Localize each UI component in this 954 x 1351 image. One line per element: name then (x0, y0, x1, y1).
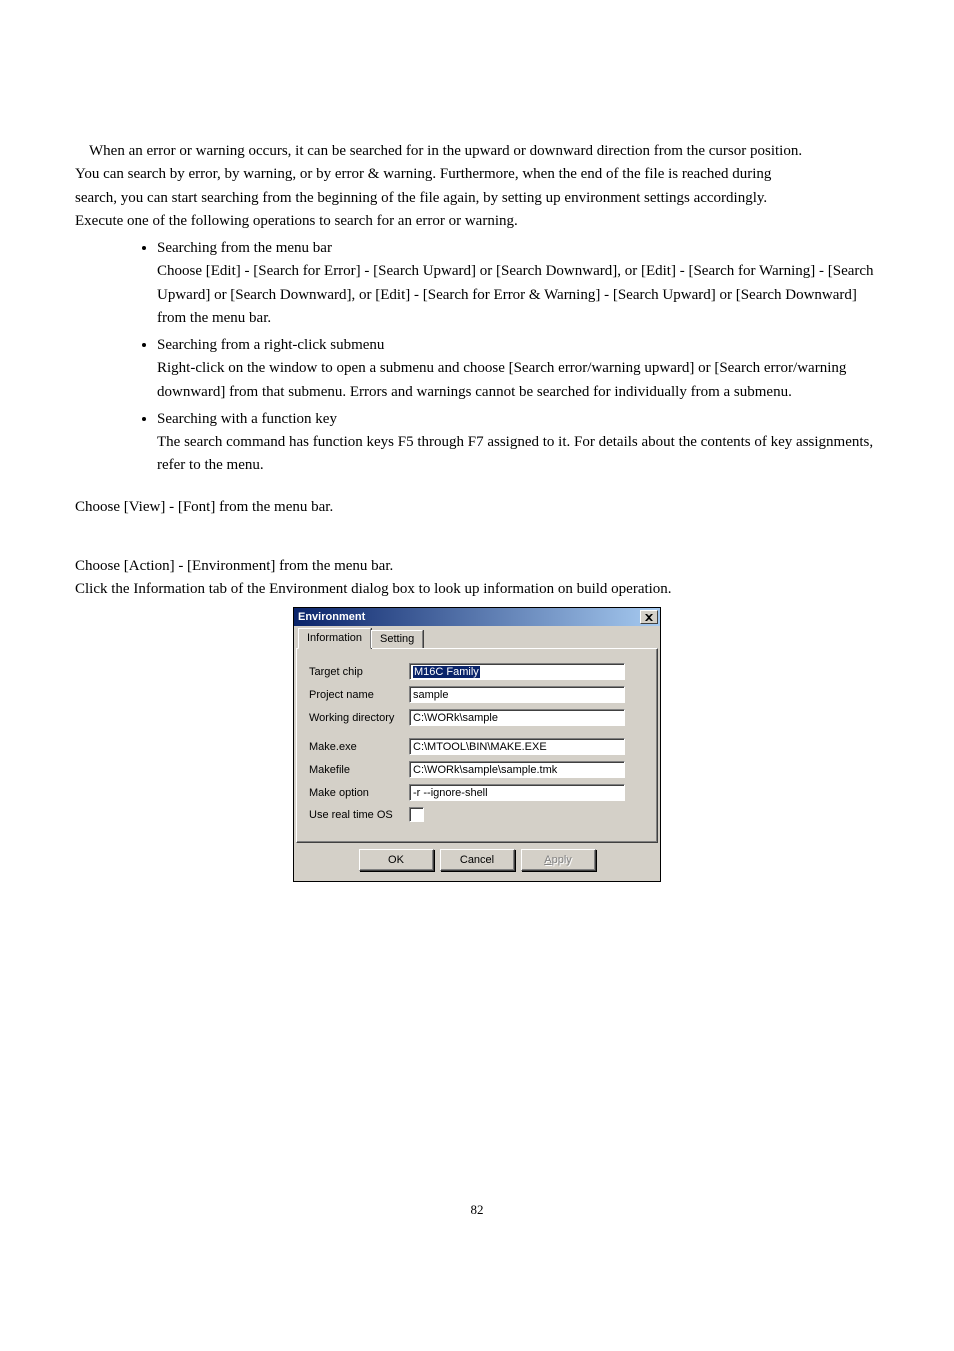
bullet2-body: Right-click on the window to open a subm… (157, 357, 879, 404)
label-use-rtos: Use real time OS (309, 809, 409, 821)
bullet-item-3: Searching with a function key The search… (157, 408, 879, 478)
field-project-name[interactable]: sample (409, 686, 625, 703)
field-make-option[interactable]: -r --ignore-shell (409, 784, 625, 801)
row-use-rtos: Use real time OS (309, 807, 645, 822)
close-icon[interactable] (640, 610, 658, 624)
intro-l2: You can search by error, by warning, or … (75, 163, 879, 186)
row-make-option: Make option -r --ignore-shell (309, 784, 645, 801)
dialog-title: Environment (294, 608, 638, 626)
tab-information[interactable]: Information (298, 628, 371, 649)
step-env-2: Click the Information tab of the Environ… (75, 578, 879, 601)
bullet3-body: The search command has function keys F5 … (157, 431, 879, 478)
intro-l3: search, you can start searching from the… (75, 187, 879, 210)
dialog-titlebar[interactable]: Environment (294, 608, 660, 626)
tab-setting[interactable]: Setting (371, 630, 423, 648)
environment-dialog: Environment Information Setting Target c… (293, 607, 661, 882)
panel-information: Target chip M16C Family Project name sam… (296, 648, 658, 843)
bullet3-title: Searching with a function key (157, 411, 337, 427)
tabs: Information Setting (296, 628, 658, 648)
intro-l1: When an error or warning occurs, it can … (89, 143, 802, 159)
field-target-chip-value: M16C Family (413, 666, 480, 678)
checkbox-use-rtos[interactable] (409, 807, 424, 822)
apply-button: Apply (521, 849, 596, 871)
field-target-chip[interactable]: M16C Family (409, 663, 625, 680)
label-project-name: Project name (309, 689, 409, 701)
intro-l4: Execute one of the following operations … (75, 210, 879, 233)
bullet2-title: Searching from a right-click submenu (157, 337, 384, 353)
row-make-exe: Make.exe C:\MTOOL\BIN\MAKE.EXE (309, 738, 645, 755)
label-make-option: Make option (309, 787, 409, 799)
bullet1-title: Searching from the menu bar (157, 240, 332, 256)
row-target-chip: Target chip M16C Family (309, 663, 645, 680)
label-make-exe: Make.exe (309, 741, 409, 753)
row-working-dir: Working directory C:\WORk\sample (309, 709, 645, 726)
bullet-item-1: Searching from the menu bar Choose [Edit… (157, 237, 879, 330)
bullet-list: Searching from the menu bar Choose [Edit… (75, 237, 879, 478)
step-font: Choose [View] - [Font] from the menu bar… (75, 496, 879, 519)
label-working-dir: Working directory (309, 712, 409, 724)
bullet1-body: Choose [Edit] - [Search for Error] - [Se… (157, 260, 879, 330)
label-makefile: Makefile (309, 764, 409, 776)
bullet-item-2: Searching from a right-click submenu Rig… (157, 334, 879, 404)
row-makefile: Makefile C:\WORk\sample\sample.tmk (309, 761, 645, 778)
field-working-dir[interactable]: C:\WORk\sample (409, 709, 625, 726)
row-project-name: Project name sample (309, 686, 645, 703)
ok-button[interactable]: OK (359, 849, 434, 871)
intro-paragraph: When an error or warning occurs, it can … (75, 140, 879, 163)
field-makefile[interactable]: C:\WORk\sample\sample.tmk (409, 761, 625, 778)
field-make-exe[interactable]: C:\MTOOL\BIN\MAKE.EXE (409, 738, 625, 755)
cancel-button[interactable]: Cancel (440, 849, 515, 871)
step-env-1: Choose [Action] - [Environment] from the… (75, 555, 879, 578)
label-target-chip: Target chip (309, 666, 409, 678)
page-number: 82 (75, 1202, 879, 1218)
dialog-buttons: OK Cancel Apply (296, 843, 658, 879)
